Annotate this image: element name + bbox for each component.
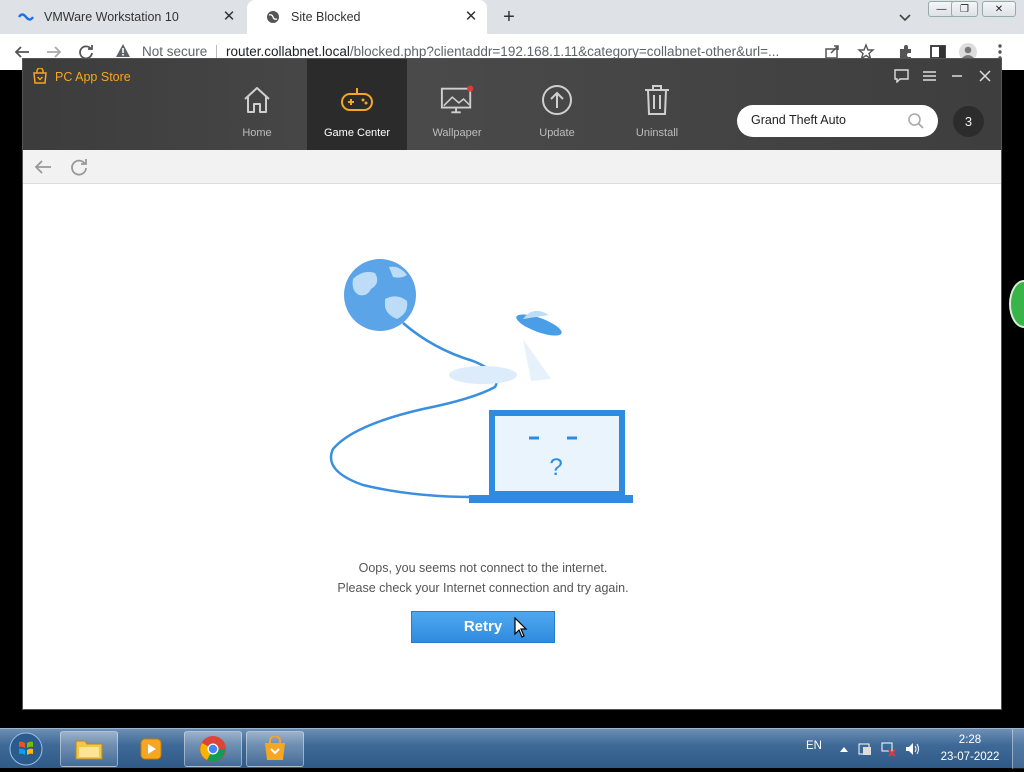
search-input[interactable]: [751, 113, 901, 127]
mouse-cursor-icon: [514, 616, 528, 639]
nav-label: Wallpaper: [432, 127, 482, 139]
back-arrow-icon[interactable]: [33, 157, 53, 177]
update-icon: [540, 83, 574, 117]
offline-illustration: ?: [323, 249, 646, 509]
tray-expand-icon[interactable]: [836, 741, 852, 757]
action-center-icon[interactable]: [857, 741, 873, 757]
globe-icon: [265, 9, 281, 25]
chevron-down-icon[interactable]: [896, 8, 914, 26]
app-store-button[interactable]: [246, 731, 304, 767]
clock-time[interactable]: 2:28: [940, 734, 1000, 746]
minimize-icon[interactable]: [949, 68, 965, 84]
cable-line: [329, 322, 498, 499]
app-header: PC App Store Home Game Center Wallpaper: [23, 59, 1001, 150]
laptop-icon: ?: [469, 410, 646, 503]
globe-icon: [344, 259, 416, 331]
ufo-icon: [516, 310, 562, 381]
url-path: /blocked.php?clientaddr=192.168.1.11&cat…: [349, 44, 780, 59]
app-window: PC App Store Home Game Center Wallpaper: [22, 58, 1002, 710]
url-host: router.collabnet.local: [226, 44, 350, 59]
gamepad-icon: [340, 83, 374, 117]
error-message-line1: Oops, you seems not connect to the inter…: [358, 561, 608, 575]
wallpaper-icon: [440, 83, 474, 117]
nav-label: Home: [242, 127, 272, 139]
nav-uninstall[interactable]: Uninstall: [607, 59, 707, 150]
floating-widget[interactable]: [1009, 280, 1024, 328]
security-status[interactable]: Not secure: [142, 44, 207, 59]
close-window-button[interactable]: ✕: [982, 1, 1016, 17]
warning-icon[interactable]: [115, 43, 131, 59]
home-icon: [240, 83, 274, 117]
clock-date[interactable]: 23-07-2022: [935, 751, 1005, 763]
file-explorer-button[interactable]: [60, 731, 118, 767]
vmware-icon: [18, 9, 34, 25]
tab-title: Site Blocked: [291, 10, 361, 24]
nav-label: Game Center: [323, 127, 391, 139]
network-icon[interactable]: [880, 741, 896, 757]
app-subbar: [23, 150, 1001, 184]
shopping-bag-icon: [32, 67, 48, 84]
media-player-button[interactable]: [122, 731, 180, 767]
tab-strip: VMWare Workstation 10 ✕ Site Blocked ✕ +…: [0, 0, 1024, 34]
tab-title: VMWare Workstation 10: [44, 10, 179, 24]
search-icon[interactable]: [907, 112, 925, 130]
svg-text:?: ?: [549, 454, 562, 481]
feedback-icon[interactable]: [893, 68, 909, 84]
nav-label: Update: [539, 127, 575, 139]
new-tab-button[interactable]: +: [497, 6, 521, 28]
menu-icon[interactable]: [921, 68, 937, 84]
nav-label: Uninstall: [635, 127, 679, 139]
close-icon[interactable]: ✕: [463, 9, 479, 25]
chrome-button[interactable]: [184, 731, 242, 767]
close-icon[interactable]: ✕: [221, 9, 237, 25]
nav-game-center[interactable]: Game Center: [307, 59, 407, 150]
start-button[interactable]: [6, 731, 46, 767]
browser-window: VMWare Workstation 10 ✕ Site Blocked ✕ +…: [0, 0, 1024, 728]
refresh-icon[interactable]: [69, 157, 89, 177]
volume-icon[interactable]: [904, 741, 920, 757]
nav-wallpaper[interactable]: Wallpaper: [407, 59, 507, 150]
nav-update[interactable]: Update: [507, 59, 607, 150]
error-message-line2: Please check your Internet connection an…: [337, 581, 629, 595]
show-desktop-button[interactable]: [1012, 729, 1024, 769]
restore-button[interactable]: ❐: [951, 1, 978, 17]
close-icon[interactable]: [977, 68, 993, 84]
app-title: PC App Store: [55, 70, 131, 84]
download-count-badge[interactable]: 3: [953, 106, 984, 137]
tab-vmware[interactable]: VMWare Workstation 10 ✕: [0, 0, 245, 34]
search-box[interactable]: [737, 105, 938, 137]
taskbar: EN 2:28 23-07-2022: [0, 728, 1024, 769]
tab-site-blocked[interactable]: Site Blocked ✕: [247, 0, 487, 34]
trash-icon: [640, 83, 674, 117]
nav-home[interactable]: Home: [207, 59, 307, 150]
url-field[interactable]: router.collabnet.local/blocked.php?clien…: [226, 44, 812, 59]
language-indicator[interactable]: EN: [806, 740, 822, 752]
retry-button[interactable]: Retry: [411, 611, 555, 643]
